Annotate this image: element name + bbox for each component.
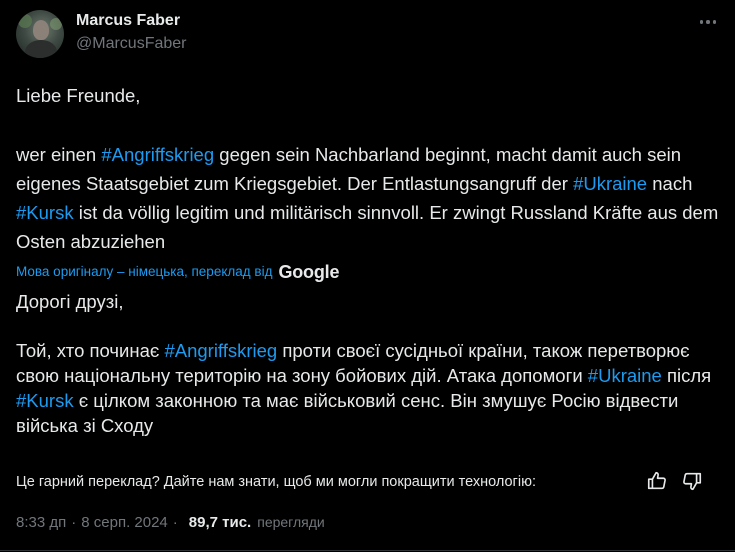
- avatar-background-2: [50, 18, 62, 30]
- avatar[interactable]: [16, 10, 64, 58]
- hashtag-link[interactable]: #Ukraine: [588, 365, 662, 386]
- google-logo: Google: [278, 262, 340, 282]
- tweet-header: Marcus Faber @MarcusFaber: [16, 10, 719, 62]
- translation-notice-label: Мова оригіналу – німецька, переклад від: [16, 264, 273, 279]
- feedback-question: Це гарний переклад? Дайте нам знати, щоб…: [16, 474, 536, 490]
- translated-body: Той, хто починає #Angriffskrieg проти св…: [16, 338, 726, 438]
- meta-separator: ·: [71, 514, 77, 531]
- hashtag-link[interactable]: #Angriffskrieg: [164, 340, 277, 361]
- body-text: є цілком законною та має військовий сенс…: [16, 390, 679, 436]
- thumb-up-icon[interactable]: [646, 470, 668, 492]
- views-label: перегляди: [257, 514, 325, 530]
- body-text: після: [661, 365, 712, 386]
- avatar-body: [25, 40, 57, 58]
- translated-greeting: Дорогі друзі,: [16, 291, 124, 312]
- divider: [0, 550, 735, 551]
- translation-notice[interactable]: Мова оригіналу – німецька, переклад від …: [16, 262, 339, 282]
- original-greeting: Liebe Freunde,: [16, 85, 141, 106]
- body-text: Той, хто починає: [16, 340, 165, 361]
- avatar-face: [33, 20, 49, 40]
- body-text: wer einen: [16, 144, 102, 165]
- tweet: Marcus Faber @MarcusFaber Liebe Freunde,…: [0, 0, 735, 552]
- hashtag-link[interactable]: #Angriffskrieg: [101, 144, 214, 165]
- more-icon[interactable]: [697, 12, 719, 32]
- author-names: Marcus Faber @MarcusFaber: [76, 10, 187, 56]
- author-handle[interactable]: @MarcusFaber: [76, 32, 187, 56]
- hashtag-link[interactable]: #Kursk: [16, 202, 74, 223]
- original-body: wer einen #Angriffskrieg gegen sein Nach…: [16, 140, 726, 256]
- tweet-date[interactable]: 8 серп. 2024: [81, 514, 168, 531]
- thumb-down-icon[interactable]: [681, 470, 703, 492]
- avatar-background: [18, 14, 32, 28]
- hashtag-link[interactable]: #Ukraine: [573, 173, 647, 194]
- body-text: nach: [647, 173, 693, 194]
- views-count: 89,7 тис.: [188, 514, 252, 531]
- meta-separator-2: ·: [172, 514, 178, 531]
- body-text: ist da völlig legitim und militärisch si…: [16, 202, 719, 252]
- hashtag-link[interactable]: #Kursk: [16, 390, 74, 411]
- tweet-meta: 8:33 дп · 8 серп. 2024 · 89,7 тис. перег…: [16, 514, 325, 531]
- author-display-name[interactable]: Marcus Faber: [76, 10, 187, 32]
- tweet-time[interactable]: 8:33 дп: [16, 514, 66, 531]
- translation-feedback: Це гарний переклад? Дайте нам знати, щоб…: [16, 470, 719, 494]
